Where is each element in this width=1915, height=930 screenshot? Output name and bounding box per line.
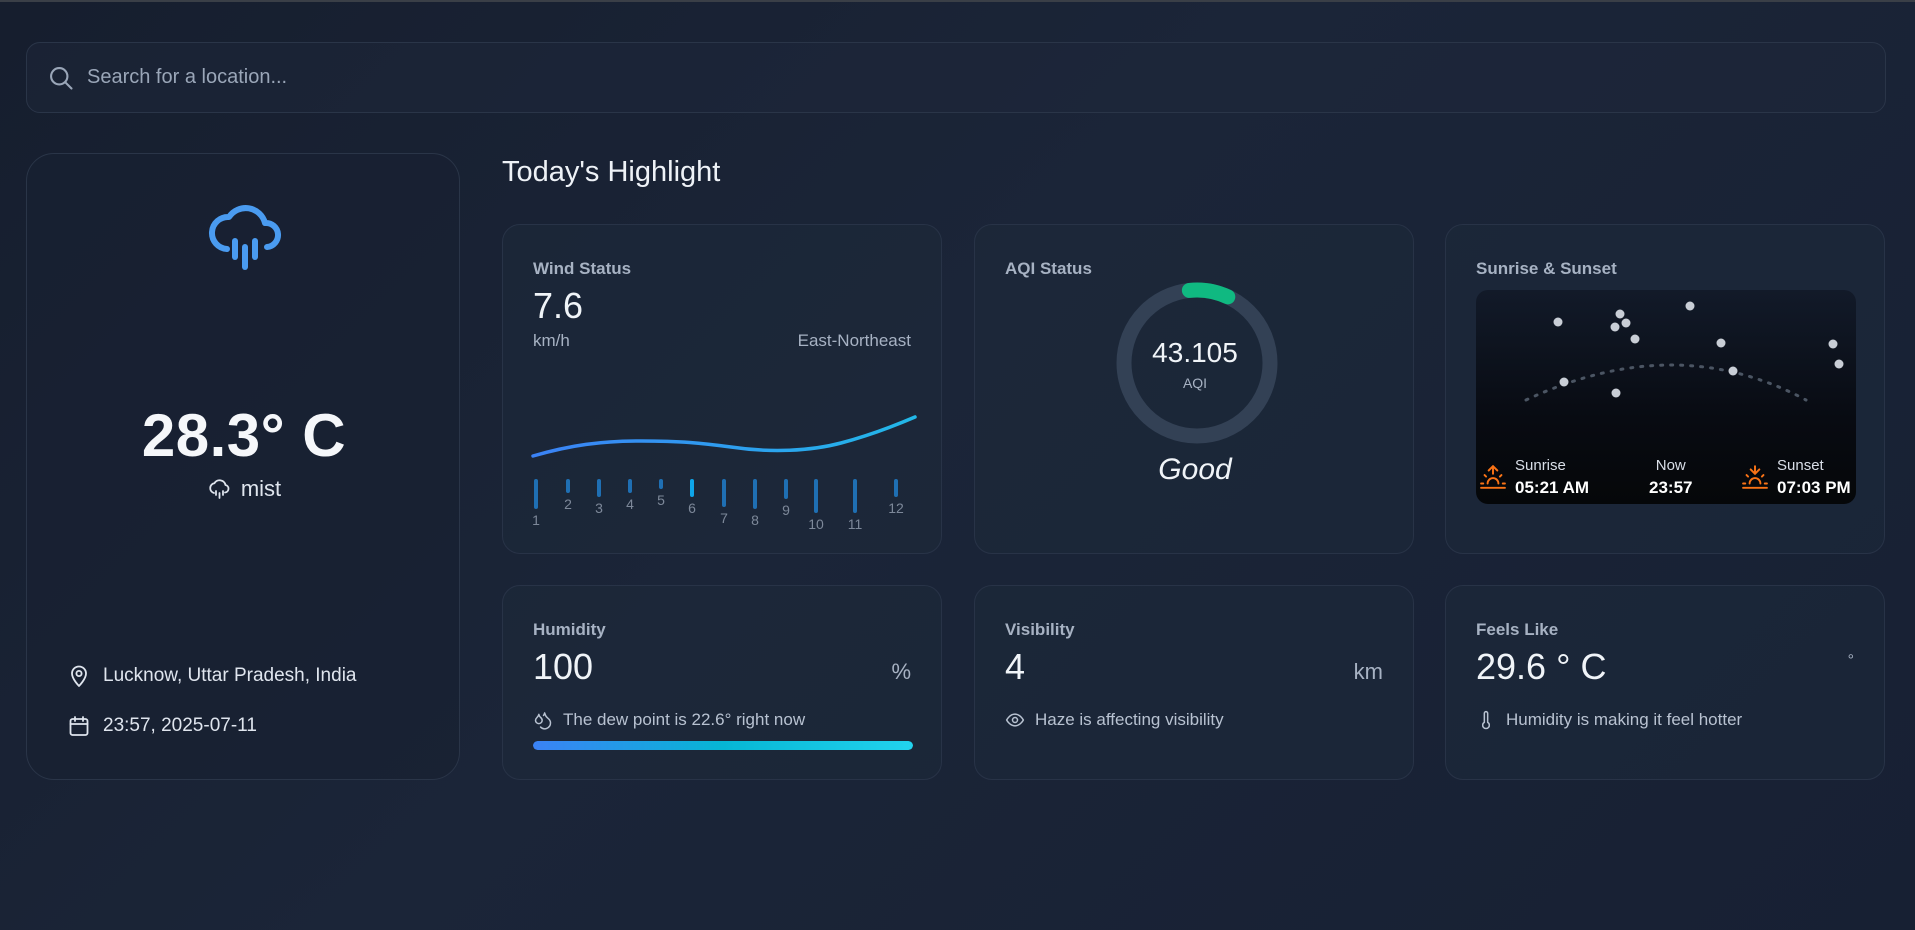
sunset-label: Sunset — [1777, 457, 1824, 474]
visibility-title: Visibility — [1005, 620, 1075, 639]
humidity-progress-fill — [533, 741, 913, 750]
humidity-note: The dew point is 22.6° right now — [533, 710, 805, 730]
wind-status-card: Wind Status 7.6 km/h East-Northeast 1234… — [502, 224, 942, 554]
current-temperature: 28.3° C — [141, 402, 347, 469]
wind-hour-label: 3 — [595, 500, 603, 516]
visibility-value: 4 — [1005, 646, 1026, 687]
wind-hour-bar — [753, 479, 757, 509]
wind-hour-label: 9 — [782, 502, 790, 518]
visibility-note: Haze is affecting visibility — [1005, 710, 1224, 730]
now-info: Now 23:57 — [1649, 457, 1692, 498]
section-title: Today's Highlight — [502, 156, 721, 188]
sunrise-sunset-card: Sunrise & Sunset Sunrise 05:21 AM Now 23… — [1445, 224, 1885, 554]
wind-hour-label: 5 — [657, 492, 665, 508]
humidity-note-text: The dew point is 22.6° right now — [563, 710, 806, 729]
wind-direction: East-Northeast — [797, 331, 911, 350]
stars — [1553, 301, 1844, 398]
wind-hour-bar — [894, 479, 898, 497]
location-text: Lucknow, Uttar Pradesh, India — [103, 665, 357, 686]
wind-hour-label: 4 — [626, 496, 634, 512]
wind-hour-bar — [814, 479, 818, 513]
condition: mist — [27, 476, 461, 502]
wind-trend-line — [531, 415, 917, 458]
wind-chart: 12 3 4 5 67 8910 1112 — [531, 415, 917, 532]
cloud-rain-icon — [209, 205, 281, 270]
eye-icon — [1005, 713, 1025, 727]
sunset-icon — [1742, 465, 1768, 489]
humidity-title: Humidity — [533, 620, 606, 639]
sunrise-info: Sunrise 05:21 AM — [1515, 457, 1589, 498]
humidity-progress-bar — [533, 741, 913, 750]
wind-hour-bar — [690, 479, 694, 497]
aqi-status-text: Good — [1158, 453, 1232, 486]
humidity-unit: % — [891, 659, 911, 684]
droplets-icon — [534, 712, 552, 730]
wind-hour-bar — [566, 479, 570, 493]
feels-like-title: Feels Like — [1476, 620, 1559, 639]
aqi-label: AQI — [1182, 375, 1208, 391]
wind-hour-bar — [628, 479, 632, 493]
wind-speed: 7.6 — [533, 285, 584, 326]
wind-hour-label: 8 — [751, 512, 759, 528]
sunset-info: Sunset 07:03 PM — [1777, 457, 1851, 498]
condition-text: mist — [240, 476, 282, 501]
sunrise-icon — [1480, 465, 1506, 489]
calendar-icon — [69, 716, 89, 736]
sun-title: Sunrise & Sunset — [1476, 259, 1617, 278]
humidity-card: Humidity 100 % The dew point is 22.6° ri… — [502, 585, 942, 780]
wind-hour-bar — [722, 479, 726, 507]
aqi-status-card: AQI Status 43.105 AQI Good — [974, 224, 1414, 554]
wind-hour-label: 10 — [808, 516, 824, 532]
wind-hour-label: 2 — [564, 496, 572, 512]
wind-hour-label: 6 — [688, 500, 696, 516]
visibility-unit: km — [1353, 659, 1383, 684]
humidity-value: 100 — [533, 646, 594, 687]
wind-hour-bar — [784, 479, 788, 499]
window-top-border — [0, 0, 1915, 2]
wind-hour-bar — [534, 479, 538, 509]
wind-title: Wind Status — [533, 259, 632, 278]
feels-like-unit: ° — [1847, 652, 1854, 669]
search-bar[interactable] — [26, 42, 1886, 113]
aqi-value: 43.105 — [1152, 337, 1238, 368]
cloud-drizzle-icon — [209, 479, 230, 499]
feels-like-note: Humidity is making it feel hotter — [1476, 710, 1742, 730]
visibility-note-text: Haze is affecting visibility — [1035, 710, 1224, 729]
wind-hour-label: 1 — [532, 512, 540, 528]
wind-hour-bar — [597, 479, 601, 497]
sunrise-time: 05:21 AM — [1515, 478, 1590, 497]
wind-hour-label: 12 — [888, 500, 904, 516]
aqi-title: AQI Status — [1005, 259, 1092, 278]
wind-unit: km/h — [533, 331, 570, 350]
feels-like-value: 29.6 ° C — [1476, 646, 1607, 687]
datetime-text: 23:57, 2025-07-11 — [103, 715, 257, 736]
current-weather-card: 28.3° C mist Lucknow, Uttar Pradesh, Ind… — [26, 153, 460, 780]
search-icon — [50, 66, 73, 90]
wind-hour-bar — [659, 479, 663, 489]
search-input[interactable] — [87, 57, 1885, 98]
wind-hour-label: 11 — [848, 516, 863, 532]
now-time: 23:57 — [1649, 478, 1693, 497]
feels-like-card: Feels Like 29.6 ° C ° Humidity is making… — [1445, 585, 1885, 780]
now-label: Now — [1655, 457, 1686, 474]
visibility-card: Visibility 4 km Haze is affecting visibi… — [974, 585, 1414, 780]
sunset-time: 07:03 PM — [1777, 478, 1851, 497]
thermometer-icon — [1481, 710, 1491, 730]
datetime-row: 23:57, 2025-07-11 — [67, 714, 257, 738]
location-row: Lucknow, Uttar Pradesh, India — [67, 664, 356, 688]
map-pin-icon — [71, 665, 87, 687]
sun-panel: Sunrise 05:21 AM Now 23:57 Sunset 07:03 … — [1476, 290, 1856, 504]
sunrise-label: Sunrise — [1515, 457, 1566, 474]
wind-hour-label: 7 — [720, 510, 728, 526]
wind-hour-bar — [853, 479, 857, 513]
feels-like-note-text: Humidity is making it feel hotter — [1506, 710, 1743, 729]
